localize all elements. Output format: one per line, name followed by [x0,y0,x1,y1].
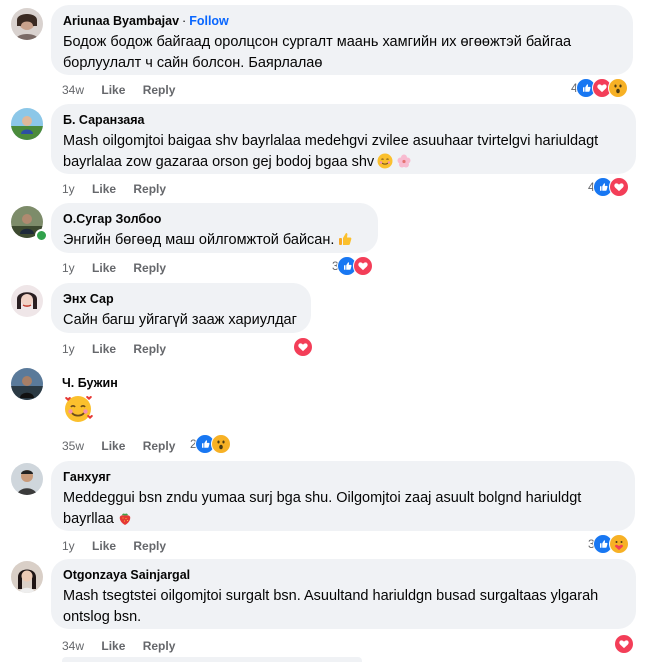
follow-button[interactable]: Follow [189,14,229,28]
comment-bubble: О.Сугар Золбоо Энгийн бөгөөд маш ойлгомж… [51,203,378,253]
comment-text: Meddeggui bsn zndu yumaa surj bga shu. O… [63,488,623,533]
reactions-summary[interactable]: 4 [571,78,628,98]
love-icon [293,337,313,357]
comment-text-content: Энгийн бөгөөд маш ойлгомжтой байсан. [63,232,335,248]
separator-dot: · [182,14,187,28]
like-button[interactable]: Like [92,341,116,357]
comment-bubble: Б. Саранзаяа Mash oilgomjtoi baigaa shv … [51,104,636,174]
comment-bubble: Ганхуяг Meddeggui bsn zndu yumaa surj bg… [51,461,635,531]
love-icon [608,177,629,197]
avatar[interactable] [11,108,43,140]
comment-actions: 1y Like Reply [62,341,180,357]
avatar[interactable] [11,368,43,400]
comment-bubble: Энх Сар Сайн багш уйгагүй зааж хариулдаг [51,283,311,333]
cherry-blossom-icon [396,153,412,176]
like-button[interactable]: Like [92,181,116,197]
smiling-face-with-hearts-icon [62,392,94,429]
author-line: Ганхуяг [63,469,623,485]
reply-button[interactable]: Reply [133,538,166,554]
comment-text: Бодож бодож байгаад оролцсон сургалт маа… [63,34,572,71]
reply-button[interactable]: Reply [143,82,176,98]
comment-text: Mash oilgomjtoi baigaa shv bayrlalaa med… [63,131,624,176]
comment-actions: 35w Like Reply [62,438,189,454]
reply-button[interactable]: Reply [143,638,176,654]
smiling-face-icon [377,153,393,176]
author-name[interactable]: Б. Саранзаяа [63,113,144,127]
author-name[interactable]: Ч. Бужин [62,376,118,390]
timestamp[interactable]: 35w [62,438,84,454]
author-name[interactable]: Энх Сар [63,292,114,306]
love-icon [352,256,373,276]
avatar[interactable] [11,8,43,40]
reply-button[interactable]: Reply [133,341,166,357]
love-icon [614,634,634,654]
comment-text: Mash tsegtstei oilgomjtoi surgalt bsn. A… [63,588,599,625]
timestamp[interactable]: 1y [62,260,75,276]
reply-button[interactable]: Reply [133,260,166,276]
author-line: Ariunaa Byambajav · Follow [63,13,621,29]
comment-bubble: Ariunaa Byambajav · Follow Бодож бодож бай… [51,5,633,75]
reactions-summary[interactable] [614,634,634,654]
thumbs-up-emoji-icon [337,231,353,254]
author-name[interactable]: Ганхуяг [63,470,111,484]
like-button[interactable]: Like [92,260,116,276]
reactions-summary[interactable]: 3 [332,256,373,276]
online-status-icon [35,229,48,242]
comment-actions: 34w Like Reply [62,82,189,98]
author-line: Otgonzaya Sainjargal [63,567,624,583]
like-button[interactable]: Like [101,438,125,454]
wow-icon [210,434,231,454]
avatar[interactable] [11,285,43,317]
author-name[interactable]: Otgonzaya Sainjargal [63,568,190,582]
reactions-summary[interactable] [293,337,313,357]
reply-button[interactable]: Reply [133,181,166,197]
author-line: О.Сугар Золбоо [63,211,366,227]
avatar[interactable] [11,463,43,495]
comment-actions: 1y Like Reply [62,181,180,197]
comment-text-content: Meddeggui bsn zndu yumaa surj bga shu. O… [63,490,582,527]
author-line: Энх Сар [63,291,299,307]
reply-button[interactable]: Reply [143,438,176,454]
author-name[interactable]: О.Сугар Золбоо [63,212,161,226]
comment-actions: 1y Like Reply [62,260,180,276]
timestamp[interactable]: 1y [62,181,75,197]
comment-actions: 1y Like Reply [62,538,180,554]
avatar[interactable] [11,561,43,593]
like-button[interactable]: Like [101,82,125,98]
reactions-summary[interactable]: 2 [190,434,231,454]
comment-bubble: Otgonzaya Sainjargal Mash tsegtstei oilg… [51,559,636,629]
timestamp[interactable]: 34w [62,82,84,98]
comment-text: Энгийн бөгөөд маш ойлгомжтой байсан. [63,230,366,254]
comment-text: Сайн багш уйгагүй зааж хариулдаг [63,312,297,328]
comment-text-content: Mash oilgomjtoi baigaa shv bayrlalaa med… [63,133,599,170]
like-button[interactable]: Like [101,638,125,654]
timestamp[interactable]: 1y [62,538,75,554]
timestamp[interactable]: 34w [62,638,84,654]
strawberry-icon [117,510,133,533]
reactions-summary[interactable]: 4 [588,177,629,197]
care-icon [608,534,629,554]
like-button[interactable]: Like [92,538,116,554]
wow-icon [607,78,628,98]
comment-actions: 34w Like Reply [62,638,189,654]
reactions-summary[interactable]: 3 [588,534,629,554]
next-comment-bubble-edge [62,657,362,662]
author-line: Ч. Бужин [62,375,118,391]
author-line: Б. Саранзаяа [63,112,624,128]
author-name[interactable]: Ariunaa Byambajav [63,14,179,28]
timestamp[interactable]: 1y [62,341,75,357]
